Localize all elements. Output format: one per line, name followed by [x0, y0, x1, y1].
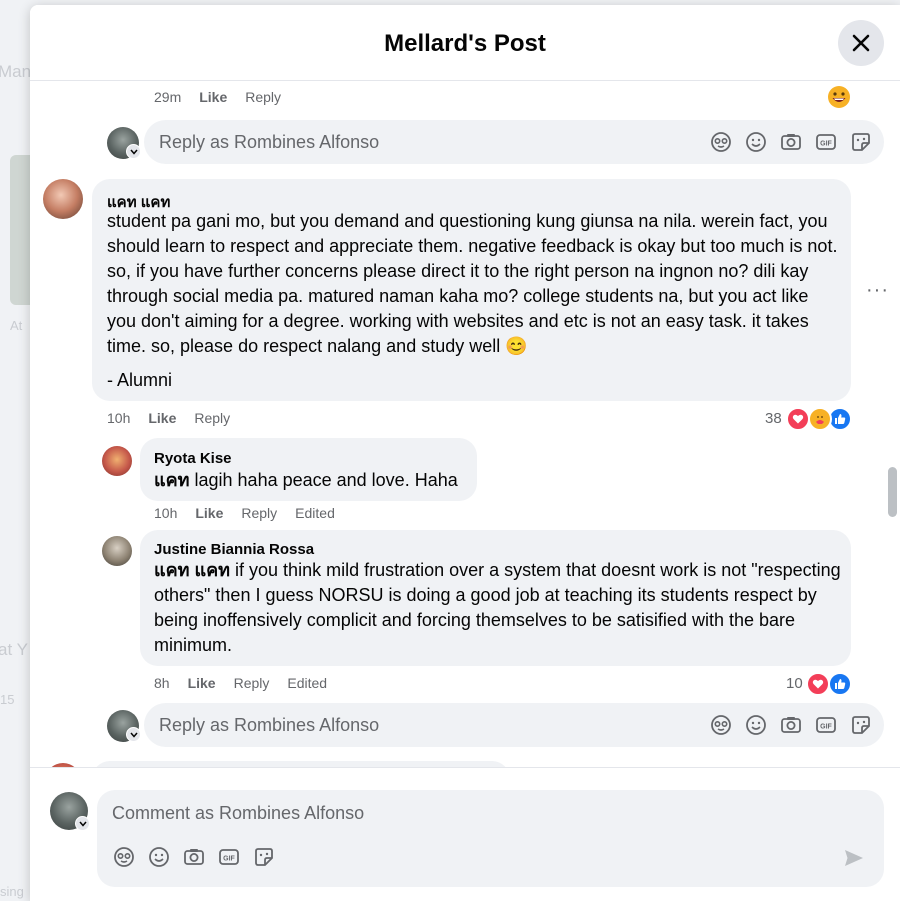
- grin-emoji-icon: [828, 86, 850, 108]
- bg-text: At: [10, 318, 23, 333]
- chevron-down-icon[interactable]: [126, 727, 141, 742]
- modal-title: Mellard's Post: [384, 30, 546, 57]
- comment-time: 10h: [107, 410, 131, 426]
- reply-placeholder: Reply as Rombines Alfonso: [159, 715, 380, 735]
- edited-label: Edited: [295, 505, 335, 521]
- commenter-avatar[interactable]: [43, 179, 83, 219]
- love-reaction-icon: [786, 407, 810, 431]
- comment-text: แคท แคท if you think mild frustration ov…: [154, 558, 844, 658]
- reply-body: if you think mild frustration over a sys…: [154, 560, 841, 655]
- edited-label: Edited: [287, 675, 328, 691]
- gif-icon[interactable]: GIF: [218, 846, 240, 868]
- commenter-avatar[interactable]: [102, 536, 132, 566]
- comment-text: student pa gani mo, but you demand and q…: [107, 211, 838, 356]
- comment-input[interactable]: Comment as Rombines Alfonso GIF: [97, 790, 884, 887]
- emoji-icon[interactable]: [745, 714, 767, 736]
- bg-text: 15: [0, 692, 15, 707]
- camera-icon[interactable]: [183, 846, 205, 868]
- comment-text: แคท lagih haha peace and love. Haha: [154, 468, 474, 493]
- modal-header: Mellard's Post: [30, 5, 900, 81]
- send-icon: [845, 850, 863, 866]
- care-reaction-icon: [808, 407, 832, 431]
- sticker-icon[interactable]: [850, 131, 872, 153]
- reply-tools: GIF: [710, 714, 872, 736]
- comment-placeholder: Comment as Rombines Alfonso: [112, 803, 365, 823]
- more-options-button[interactable]: ···: [866, 279, 889, 302]
- comment-time: 29m: [154, 89, 182, 105]
- bg-text: at Y: [0, 640, 28, 659]
- avatar-sticker-icon[interactable]: [113, 846, 135, 868]
- like-reaction-icon: [828, 672, 852, 696]
- reply-link[interactable]: Reply: [194, 410, 230, 426]
- close-icon: [852, 34, 870, 52]
- like-link[interactable]: Like: [148, 410, 176, 426]
- mention-tag[interactable]: แคท แคท: [154, 560, 230, 580]
- commenter-avatar[interactable]: [102, 446, 132, 476]
- reply-placeholder: Reply as Rombines Alfonso: [159, 132, 380, 152]
- bg-text: Man: [0, 62, 32, 81]
- reply-input[interactable]: Reply as Rombines Alfonso GIF: [144, 703, 884, 747]
- comment-meta: 8h Like Reply Edited: [154, 675, 345, 691]
- comment-meta: 10h Like Reply: [107, 410, 248, 426]
- like-link[interactable]: Like: [199, 89, 227, 105]
- comment-time: 10h: [154, 505, 178, 521]
- avatar-sticker-icon[interactable]: [710, 131, 732, 153]
- reply-link[interactable]: Reply: [234, 675, 270, 691]
- comment-tools: GIF: [113, 846, 275, 868]
- reply-link[interactable]: Reply: [245, 89, 281, 105]
- emoji-icon[interactable]: [148, 846, 170, 868]
- comment-composer: Comment as Rombines Alfonso GIF: [30, 767, 900, 901]
- reaction-count[interactable]: 10: [786, 675, 803, 692]
- reply-tools: GIF: [710, 131, 872, 153]
- reaction-count[interactable]: 38: [765, 410, 782, 427]
- reply-bubble: Justine Biannia Rossa แคท แคท if you thi…: [140, 530, 851, 666]
- camera-icon[interactable]: [780, 714, 802, 736]
- mention-tag[interactable]: แคท: [154, 470, 190, 490]
- svg-text:GIF: GIF: [820, 141, 832, 148]
- close-button[interactable]: [838, 20, 884, 66]
- bg-text: sing: [0, 884, 24, 899]
- comment-bubble: แคท แคท student pa gani mo, but you dema…: [92, 179, 851, 401]
- scrollbar-thumb[interactable]: [888, 467, 897, 517]
- comment-author[interactable]: Justine Biannia Rossa: [154, 541, 314, 558]
- comments-scroll-area[interactable]: 29m Like Reply Reply as Rombines Alfonso: [30, 81, 900, 767]
- chevron-down-icon[interactable]: [75, 816, 90, 831]
- emoji-icon[interactable]: [745, 131, 767, 153]
- comment-meta: 29m Like Reply: [154, 89, 299, 105]
- like-link[interactable]: Like: [188, 675, 216, 691]
- comment-signature: - Alumni: [107, 370, 173, 390]
- reply-input[interactable]: Reply as Rombines Alfonso GIF: [144, 120, 884, 164]
- camera-icon[interactable]: [780, 131, 802, 153]
- comment-time: 8h: [154, 675, 170, 691]
- sticker-icon[interactable]: [253, 846, 275, 868]
- svg-text:GIF: GIF: [223, 856, 235, 863]
- comment-meta: 10h Like Reply Edited: [154, 505, 353, 521]
- like-link[interactable]: Like: [195, 505, 223, 521]
- reply-body: lagih haha peace and love. Haha: [189, 470, 458, 490]
- gif-icon[interactable]: GIF: [815, 714, 837, 736]
- post-modal: Mellard's Post 29m Like Reply Reply as Rom…: [30, 5, 900, 901]
- send-button[interactable]: [843, 847, 865, 874]
- svg-text:GIF: GIF: [820, 724, 832, 731]
- gif-icon[interactable]: GIF: [815, 131, 837, 153]
- avatar-sticker-icon[interactable]: [710, 714, 732, 736]
- reply-bubble: Ryota Kise แคท lagih haha peace and love…: [140, 438, 477, 501]
- love-reaction-icon: [806, 672, 830, 696]
- reply-link[interactable]: Reply: [241, 505, 277, 521]
- chevron-down-icon[interactable]: [126, 144, 141, 159]
- sticker-icon[interactable]: [850, 714, 872, 736]
- comment-author[interactable]: Ryota Kise: [154, 450, 232, 467]
